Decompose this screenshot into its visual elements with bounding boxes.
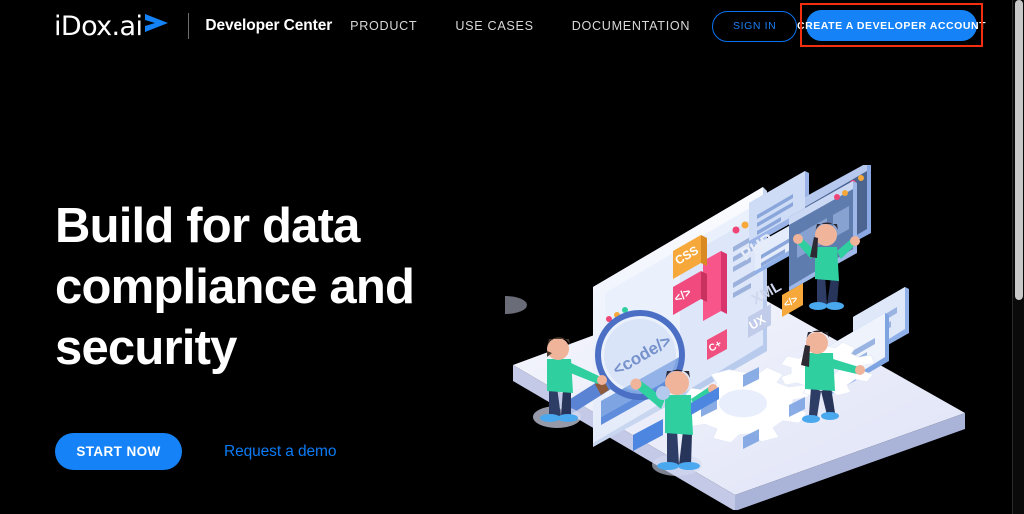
nav-link-use-cases[interactable]: USE CASES	[455, 19, 533, 33]
navbar-brand-title: Developer Center	[205, 17, 333, 34]
page-root: <code/> CSS </> PHP XML UX C+ </> iDox.a…	[0, 0, 1024, 514]
start-now-button[interactable]: START NOW	[55, 433, 182, 470]
sign-in-button[interactable]: SIGN IN	[712, 10, 798, 42]
request-a-demo-link[interactable]: Request a demo	[224, 443, 336, 461]
create-developer-account-button[interactable]: CREATE A DEVELOPER ACCOUNT	[797, 10, 986, 41]
hero-action-buttons: START NOW Request a demo	[55, 433, 336, 470]
hero-heading-line-2: compliance and	[55, 260, 415, 314]
hero-heading-line-1: Build for data	[55, 199, 360, 253]
vertical-scrollbar[interactable]	[1012, 0, 1024, 514]
isometric-developer-workspace-illustration: <code/> CSS </> PHP XML UX C+ </>	[505, 165, 970, 510]
logo[interactable]: iDox.ai	[54, 12, 170, 41]
logo-text: iDox.ai	[54, 10, 143, 42]
navbar-links: PRODUCT USE CASES DOCUMENTATION	[350, 19, 690, 33]
blue-chevron-arrow-icon	[144, 12, 170, 41]
nav-link-documentation[interactable]: DOCUMENTATION	[572, 19, 690, 33]
navbar-divider	[188, 13, 190, 39]
hero-heading: Build for data compliance and security	[55, 196, 485, 379]
scrollbar-thumb[interactable]	[1015, 0, 1023, 300]
nav-link-product[interactable]: PRODUCT	[350, 19, 417, 33]
hero-heading-line-3: security	[55, 321, 237, 375]
platform-dot-decor	[656, 386, 670, 400]
